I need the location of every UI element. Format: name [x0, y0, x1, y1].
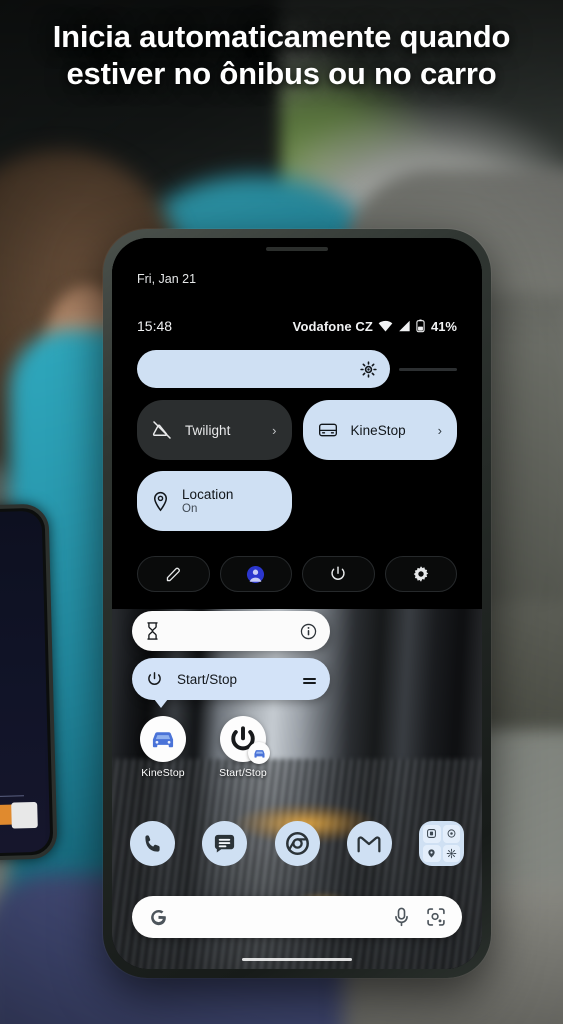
app-icon-start-stop[interactable]: Start/Stop: [212, 716, 274, 779]
qs-tile-row-1: Twilight › KineStop ›: [137, 400, 457, 460]
chrome-icon[interactable]: [274, 821, 320, 866]
home-app-row: KineStop Start/Stop: [132, 716, 274, 779]
qs-tile-label: Twilight: [185, 422, 231, 438]
qs-tile-kinestop[interactable]: KineStop ›: [302, 400, 457, 460]
car-icon: [318, 422, 338, 438]
phone-icon[interactable]: [130, 821, 175, 866]
qs-tile-row-2: Location On: [137, 471, 457, 531]
info-icon[interactable]: [300, 623, 317, 640]
qs-tile-label: Location: [182, 487, 234, 502]
sun-icon: [360, 360, 377, 378]
brightness-slider[interactable]: [137, 350, 457, 388]
home-dock: [130, 821, 464, 866]
power-icon: [146, 671, 163, 688]
folder-app-4: [442, 844, 460, 862]
app-label: KineStop: [141, 767, 185, 779]
folder-icon[interactable]: [419, 821, 464, 866]
gmail-icon[interactable]: [346, 821, 392, 866]
phone-device: Start/Stop KineStop Start/Stop Fri, Jan …: [103, 229, 491, 978]
qs-tile-empty-slot: [303, 471, 458, 531]
app-icon-kinestop[interactable]: KineStop: [132, 716, 194, 779]
user-switch-button[interactable]: [219, 556, 292, 592]
power-app-icon: [220, 716, 270, 764]
brightness-slider-fill[interactable]: [137, 350, 390, 388]
chevron-right-icon[interactable]: ›: [272, 424, 276, 437]
tooltip-label: Start/Stop: [177, 671, 238, 687]
status-system-icons: Vodafone CZ 41%: [293, 319, 457, 334]
chevron-right-icon[interactable]: ›: [438, 424, 442, 437]
folder-app-2: [442, 825, 460, 843]
settings-button[interactable]: [384, 556, 457, 592]
status-bar: 15:48 Vodafone CZ 41%: [137, 318, 457, 334]
status-clock: 15:48: [137, 318, 173, 334]
signal-icon: [398, 320, 411, 332]
qs-tile-label: KineStop: [350, 422, 406, 438]
home-indicator: [242, 958, 352, 961]
widget-info-card[interactable]: [132, 611, 330, 651]
google-search-bar[interactable]: [132, 896, 462, 938]
qs-action-row: [137, 556, 457, 592]
battery-percent: 41%: [430, 318, 457, 334]
qs-tile-twilight[interactable]: Twilight ›: [137, 400, 292, 460]
folder-app-3-maps-pin: [423, 844, 441, 862]
location-pin-icon: [152, 491, 169, 512]
secondary-phone-divider: [0, 794, 24, 799]
brightness-off-icon: [152, 420, 172, 440]
hourglass-icon: [145, 622, 160, 640]
wifi-icon: [378, 320, 393, 332]
folder-app-1: [423, 825, 441, 843]
messages-icon[interactable]: [202, 821, 248, 866]
carrier-label: Vodafone CZ: [292, 318, 373, 334]
google-g-icon: [148, 907, 169, 928]
app-label: Start/Stop: [219, 767, 267, 779]
microphone-icon[interactable]: [393, 907, 410, 927]
qs-tile-text: Location On: [182, 487, 277, 515]
qs-tile-location[interactable]: Location On: [137, 471, 292, 531]
qs-tile-text: Twilight: [185, 423, 259, 438]
google-lens-icon[interactable]: [426, 907, 446, 927]
drag-handle-icon[interactable]: [303, 678, 316, 684]
secondary-phone-screen: EY: [0, 510, 51, 855]
brightness-slider-track[interactable]: [398, 367, 457, 371]
qs-date: Fri, Jan 21: [137, 272, 197, 286]
car-badge-icon: [248, 742, 270, 764]
promo-headline: Inicia automaticamente quando estiver no…: [52, 19, 511, 92]
car-app-icon: [140, 716, 186, 762]
secondary-phone-white-block: [11, 801, 38, 829]
start-stop-tooltip[interactable]: Start/Stop: [132, 658, 330, 708]
qs-tile-text: KineStop: [351, 423, 425, 438]
quick-settings-panel: Fri, Jan 21 15:48 Vodafone CZ 41% Twilig…: [112, 238, 482, 609]
phone-screen: Start/Stop KineStop Start/Stop Fri, Jan …: [112, 238, 482, 969]
battery-icon: [416, 319, 425, 333]
qs-tiles: Twilight › KineStop › Location On: [137, 400, 457, 542]
edit-tiles-button[interactable]: [137, 556, 210, 592]
secondary-phone: EY: [0, 503, 58, 862]
power-button[interactable]: [302, 556, 375, 592]
qs-tile-sublabel: On: [182, 503, 198, 515]
earpiece-speaker: [266, 247, 328, 251]
